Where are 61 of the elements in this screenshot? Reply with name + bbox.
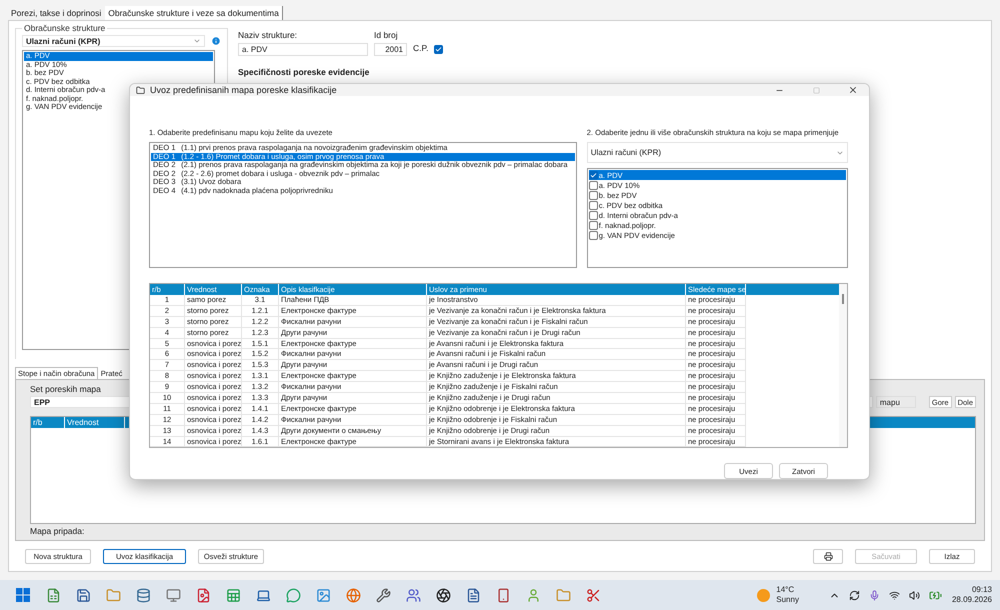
user-icon[interactable] [526, 588, 540, 602]
checkbox[interactable] [588, 180, 598, 190]
volume-icon[interactable] [908, 590, 920, 600]
battery-icon[interactable] [928, 588, 942, 602]
checkbox[interactable] [588, 210, 598, 220]
monitor-icon[interactable] [166, 588, 180, 602]
chat-icon[interactable] [286, 588, 300, 602]
phone-icon[interactable] [496, 588, 510, 602]
field-label: Naziv strukture: [238, 30, 298, 40]
globe-icon[interactable] [346, 588, 360, 602]
tab[interactable]: Porezi, takse i doprinosi [8, 6, 106, 20]
floppy-icon[interactable] [76, 588, 90, 602]
sun-icon [757, 588, 770, 602]
users-icon[interactable] [406, 588, 420, 602]
print-button[interactable] [813, 549, 843, 564]
checkbox[interactable] [434, 45, 444, 54]
close-icon [848, 85, 858, 95]
section-title: Specifičnosti poreske evidencije [238, 67, 370, 77]
database-icon[interactable] [136, 588, 150, 602]
image-icon[interactable] [316, 588, 330, 602]
checkbox[interactable] [588, 230, 598, 240]
window-icon [136, 86, 145, 94]
microphone-icon[interactable] [868, 590, 880, 600]
printer-icon [824, 552, 832, 561]
structure-type-dropdown[interactable]: Ulazni računi (KPR) [22, 35, 205, 47]
aperture-icon[interactable] [436, 588, 450, 602]
sync-icon[interactable] [848, 590, 860, 600]
column-header: r/b [31, 417, 65, 428]
chevron-down-icon [193, 37, 201, 45]
scissors-icon[interactable] [586, 588, 600, 602]
wifi-icon[interactable] [888, 590, 900, 600]
checkbox[interactable] [588, 200, 598, 210]
name-field[interactable]: a. PDV [238, 43, 368, 56]
weather-text: Sunny [776, 595, 799, 605]
document-icon[interactable] [466, 588, 480, 602]
checkbox[interactable] [588, 170, 598, 180]
checkbox[interactable] [588, 190, 598, 200]
windows-icon [16, 588, 30, 602]
window-title: Uvoz predefinisanih mapa poreske klasifikacije [150, 85, 337, 95]
field-label: Id broj [374, 30, 398, 40]
checkbox[interactable] [588, 220, 598, 230]
checkbox-label: C.P. [413, 43, 428, 53]
laptop-icon[interactable] [256, 588, 270, 602]
field-label: Set poreskih mapa [30, 384, 101, 394]
image-file-icon[interactable] [196, 588, 210, 602]
id-field[interactable]: 2001 [374, 43, 407, 56]
scrollbar[interactable] [839, 284, 847, 447]
clock-date[interactable]: 28.09.2026 [952, 595, 992, 605]
clock-time[interactable]: 09:13 [972, 585, 992, 595]
field-label: Mapa pripada: [30, 526, 84, 536]
info-icon[interactable] [211, 36, 221, 46]
sheet-icon[interactable] [226, 588, 240, 602]
wrench-icon[interactable] [376, 588, 390, 602]
structure-type-dropdown[interactable]: Ulazni računi (KPR) [586, 142, 848, 163]
temperature: 14°C [776, 585, 796, 595]
tab[interactable]: Obračunske strukture i veze sa dokumentima [105, 6, 283, 20]
map-field[interactable]: mapu [876, 396, 916, 408]
spreadsheet-icon[interactable] [46, 588, 60, 602]
group-title: Obračunske strukture [23, 23, 106, 33]
column-header: Vrednost [65, 417, 125, 428]
maximize-icon [812, 86, 820, 94]
